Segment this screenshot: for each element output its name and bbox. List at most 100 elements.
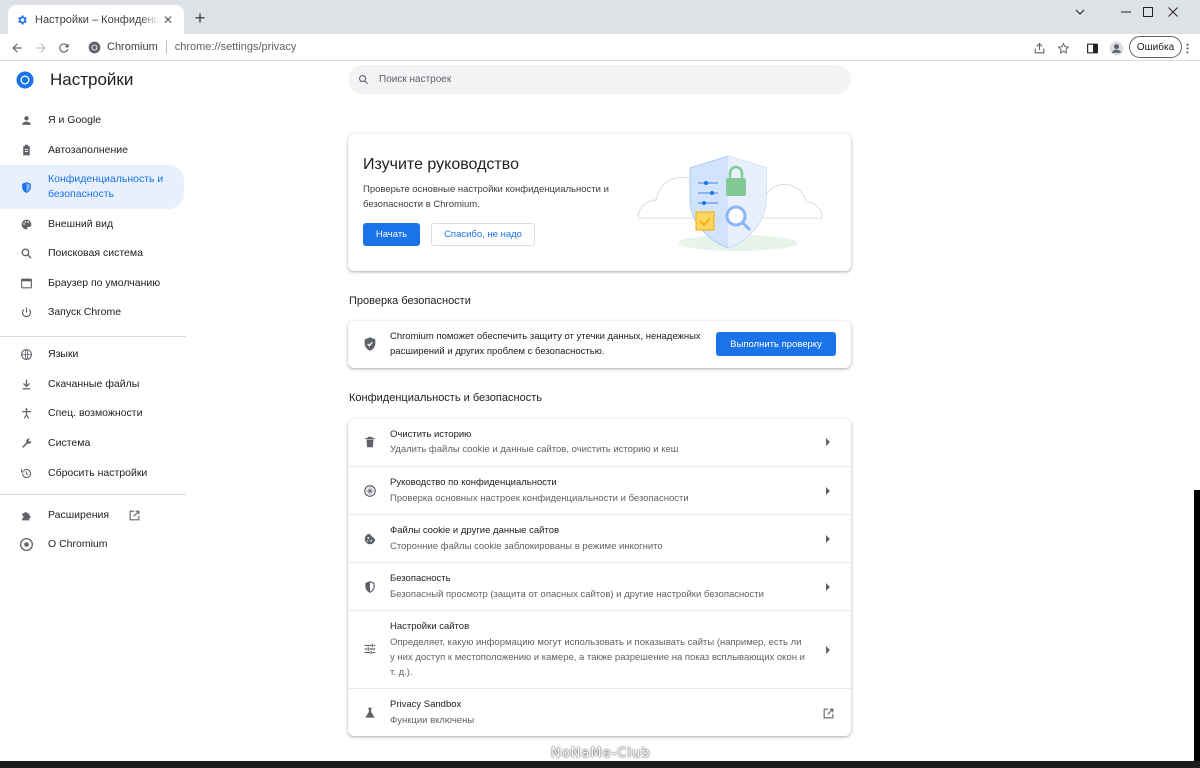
promo-description: Проверьте основные настройки конфиденциа… (363, 184, 609, 210)
search-input[interactable]: Поиск настроек (348, 65, 851, 94)
sidebar-item-you-and-google[interactable]: Я и Google (0, 105, 184, 135)
cookie-icon (362, 531, 378, 547)
chromium-icon (19, 537, 33, 551)
chromium-logo-icon (16, 71, 34, 89)
search-icon (19, 246, 33, 260)
sidebar-item-label: О Chromium (48, 537, 108, 550)
row-title: Privacy Sandbox (390, 699, 462, 710)
profile-error-button[interactable]: Ошибка (1129, 36, 1182, 58)
profile-avatar-icon[interactable] (1105, 37, 1127, 59)
compass-icon (362, 483, 378, 499)
sidebar-item-extensions[interactable]: Расширения (0, 500, 184, 530)
search-icon (358, 74, 369, 85)
chevron-down-icon[interactable] (1057, 0, 1103, 24)
security-row[interactable]: Безопасность Безопасный просмотр (защита… (348, 562, 851, 610)
sidebar-divider (0, 494, 186, 495)
gear-icon (16, 14, 28, 26)
sidebar-item-search-engine[interactable]: Поисковая система (0, 238, 184, 268)
row-title: Настройки сайтов (390, 621, 470, 632)
promo-title: Изучите руководство (363, 156, 519, 173)
sidebar-item-reset[interactable]: Сбросить настройки (0, 458, 184, 488)
history-icon (19, 466, 33, 480)
chevron-right-icon (823, 645, 833, 655)
tune-icon (362, 641, 378, 657)
row-subtitle: Проверка основных настроек конфиденциаль… (390, 493, 689, 504)
privacy-settings-card: Очистить историю Удалить файлы cookie и … (348, 419, 851, 736)
download-icon (19, 377, 33, 391)
safety-check-card: Chromium поможет обеспечить защиту от ут… (348, 321, 851, 368)
external-link-icon (128, 509, 141, 522)
palette-icon (19, 217, 33, 231)
back-icon[interactable] (6, 37, 28, 59)
sidebar-item-appearance[interactable]: Внешний вид (0, 209, 184, 239)
chevron-right-icon (823, 486, 833, 496)
row-title: Руководство по конфиденциальности (390, 477, 557, 488)
sidebar-item-privacy[interactable]: Конфиденциальность и безопасность (0, 165, 184, 209)
sidebar-item-on-startup[interactable]: Запуск Chrome (0, 297, 184, 327)
privacy-guide-row[interactable]: Руководство по конфиденциальности Провер… (348, 466, 851, 514)
wrench-icon (19, 436, 33, 450)
sidebar-item-downloads[interactable]: Скачанные файлы (0, 369, 184, 399)
sidebar-item-languages[interactable]: Языки (0, 339, 184, 369)
forward-icon[interactable] (30, 37, 52, 59)
sidebar-item-label: Браузер по умолчанию (48, 276, 161, 289)
close-icon[interactable] (1150, 0, 1196, 24)
reload-icon[interactable] (53, 37, 75, 59)
address-bar[interactable]: Chromium chrome://settings/privacy (80, 36, 1080, 58)
site-name: Chromium (107, 41, 158, 53)
power-icon (19, 305, 33, 319)
browser-tab[interactable]: Настройки – Конфиденциальность и безопас… (8, 5, 184, 34)
safety-check-text: Chromium поможет обеспечить защиту от ут… (390, 331, 701, 357)
chevron-right-icon (823, 582, 833, 592)
sidebar-item-label: Сбросить настройки (48, 466, 148, 479)
tab-close-icon[interactable]: ✕ (160, 12, 176, 28)
sidebar-item-label: Я и Google (48, 113, 102, 126)
no-thanks-button[interactable]: Спасибо, не надо (431, 223, 535, 246)
cookies-row[interactable]: Файлы cookie и другие данные сайтов Стор… (348, 514, 851, 562)
start-button[interactable]: Начать (363, 223, 420, 246)
omnibox-separator (165, 40, 167, 54)
row-subtitle: Функции включены (390, 715, 475, 726)
sidebar-item-about[interactable]: О Chromium (0, 529, 184, 559)
row-subtitle: Определяет, какую информацию могут испол… (390, 637, 805, 678)
row-title: Файлы cookie и другие данные сайтов (390, 525, 560, 536)
shield-icon (362, 579, 378, 595)
clipboard-icon (19, 143, 33, 157)
external-link-icon (821, 706, 835, 720)
site-settings-row[interactable]: Настройки сайтов Определяет, какую инфор… (348, 610, 851, 688)
chevron-right-icon (823, 437, 833, 447)
run-check-button[interactable]: Выполнить проверку (716, 332, 836, 356)
person-icon (19, 113, 33, 127)
globe-icon (19, 347, 33, 361)
sidebar-item-autofill[interactable]: Автозаполнение (0, 135, 184, 165)
shield-check-icon (362, 336, 378, 352)
chromium-icon (88, 41, 101, 54)
share-icon[interactable] (1028, 37, 1050, 59)
bookmark-star-icon[interactable] (1052, 37, 1074, 59)
url-text[interactable]: chrome://settings/privacy (175, 41, 297, 53)
shield-icon (19, 180, 33, 194)
title-bar: Настройки – Конфиденциальность и безопас… (0, 0, 1200, 34)
sidebar-item-label: Запуск Chrome (48, 305, 122, 318)
sidebar-item-default-browser[interactable]: Браузер по умолчанию (0, 268, 184, 298)
search-placeholder: Поиск настроек (379, 74, 452, 85)
clear-history-row[interactable]: Очистить историю Удалить файлы cookie и … (348, 419, 851, 466)
sidebar-item-label: Скачанные файлы (48, 377, 140, 390)
sidebar-item-label: Поисковая система (48, 246, 143, 259)
row-title: Очистить историю (390, 429, 472, 440)
sidebar-item-label: Автозаполнение (48, 143, 128, 156)
privacy-guide-illustration (628, 148, 828, 258)
chevron-right-icon (823, 534, 833, 544)
more-menu-icon[interactable] (1176, 37, 1198, 59)
sidebar-item-label: Конфиденциальность и безопасность (48, 173, 164, 200)
privacy-sandbox-row[interactable]: Privacy Sandbox Функции включены (348, 688, 851, 736)
row-subtitle: Сторонние файлы cookie заблокированы в р… (390, 541, 663, 552)
side-panel-icon[interactable] (1081, 37, 1103, 59)
sidebar-item-label: Внешний вид (48, 217, 114, 230)
puzzle-icon (19, 508, 33, 522)
safety-check-heading: Проверка безопасности (349, 295, 471, 307)
sidebar-item-system[interactable]: Система (0, 428, 184, 458)
sidebar-item-accessibility[interactable]: Спец. возможности (0, 398, 184, 428)
row-subtitle: Безопасный просмотр (защита от опасных с… (390, 589, 764, 600)
new-tab-button[interactable]: + (190, 8, 210, 28)
